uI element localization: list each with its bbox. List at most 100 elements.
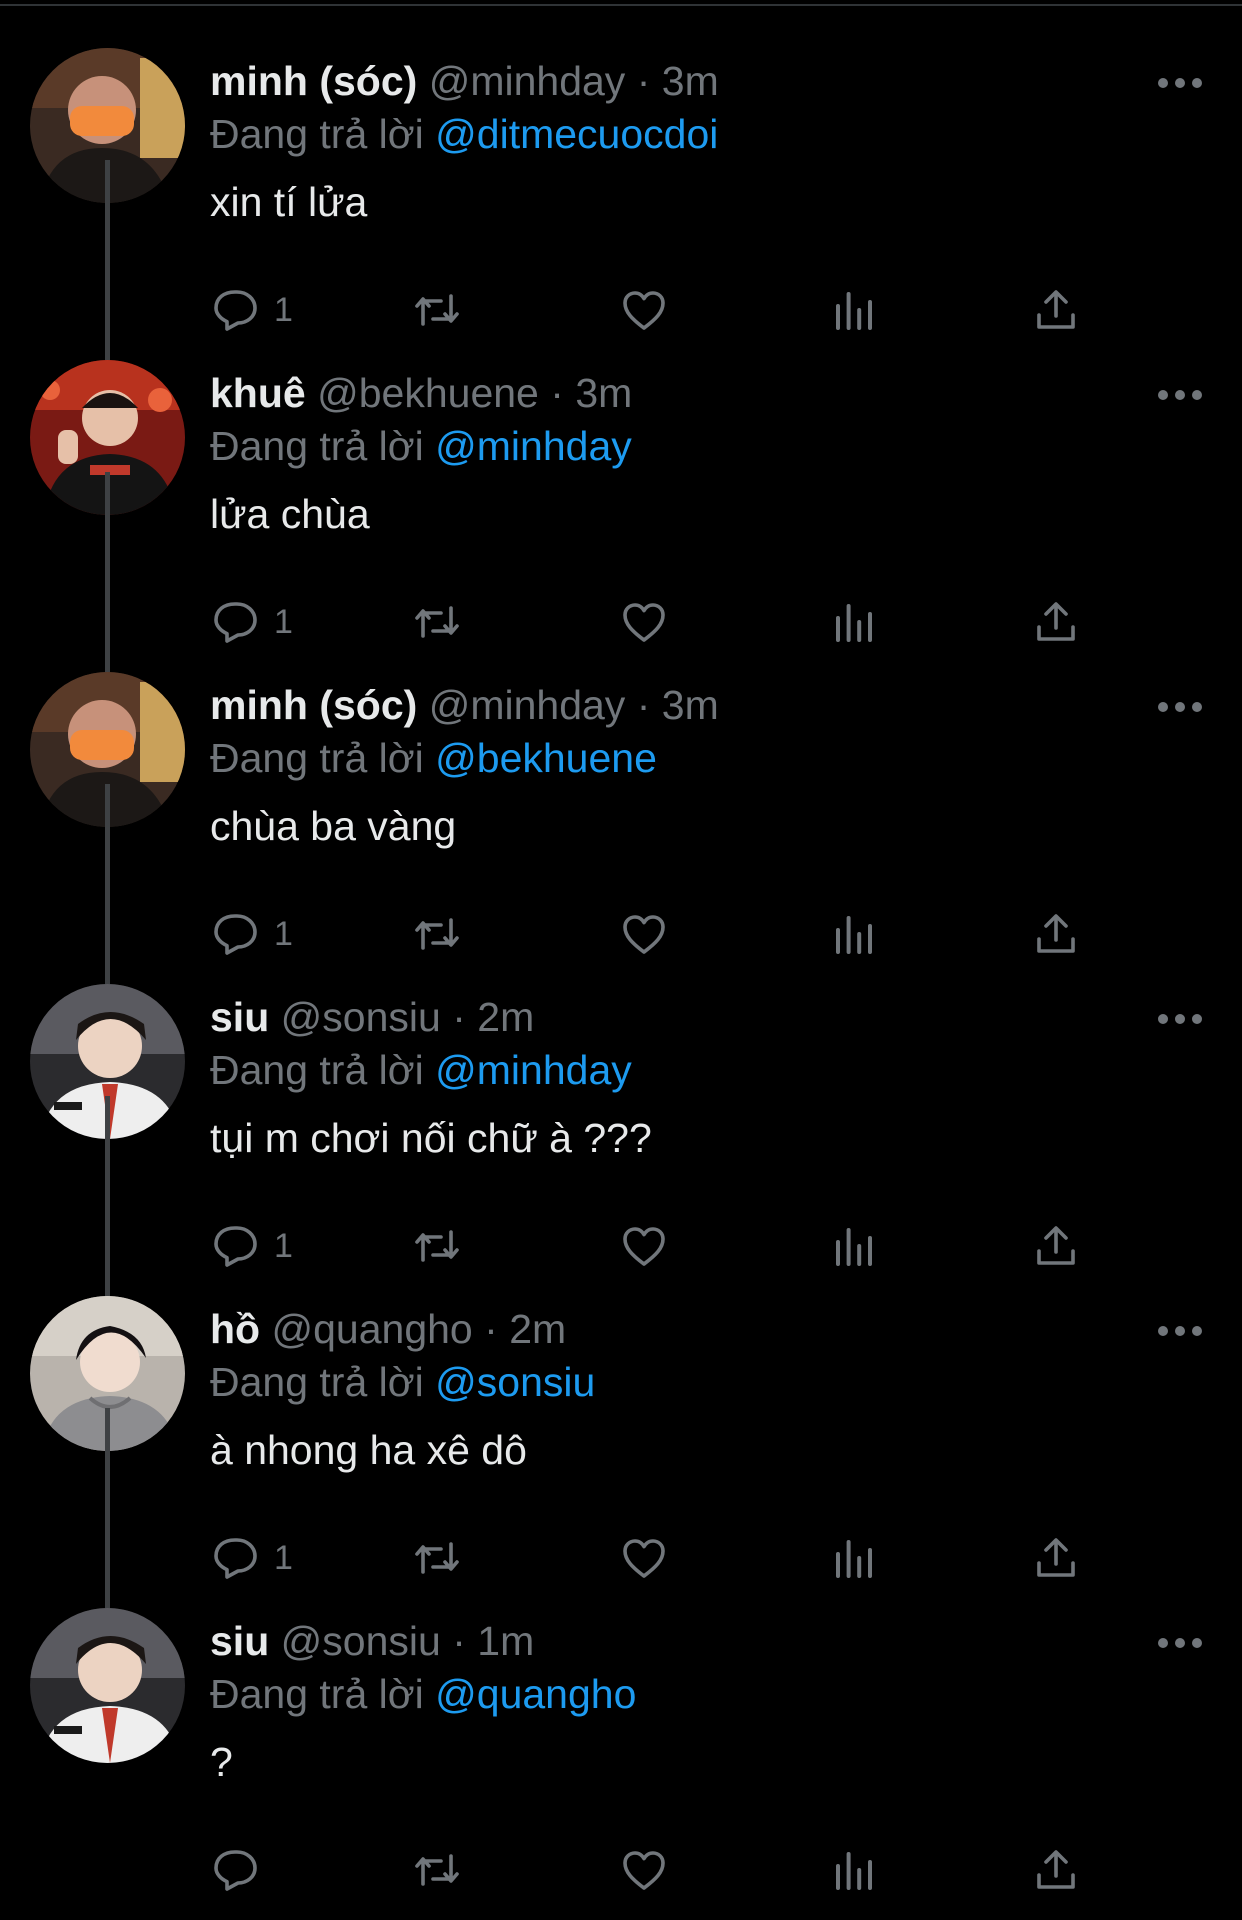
reply-mention-link[interactable]: @sonsiu: [435, 1359, 595, 1405]
more-options-icon[interactable]: [1155, 380, 1205, 410]
timestamp[interactable]: 3m: [662, 682, 719, 728]
like-button[interactable]: [620, 904, 668, 964]
more-options-icon[interactable]: [1155, 1004, 1205, 1034]
reply-mention-link[interactable]: @bekhuene: [435, 735, 657, 781]
tweet-text: chùa ba vàng: [210, 803, 457, 849]
white-jacket-avatar-icon: [30, 1608, 185, 1763]
reply-button[interactable]: [212, 1840, 274, 1900]
analytics-icon: [836, 916, 872, 954]
tweet-actions: 1: [210, 592, 1110, 652]
analytics-button[interactable]: [830, 1216, 878, 1276]
replying-to: Đang trả lời @minhday: [210, 420, 632, 472]
like-button[interactable]: [620, 1528, 668, 1588]
like-button[interactable]: [620, 592, 668, 652]
retweet-button[interactable]: [413, 904, 461, 964]
like-button[interactable]: [620, 280, 668, 340]
share-button[interactable]: [1032, 904, 1080, 964]
like-button[interactable]: [620, 1840, 668, 1900]
like-button[interactable]: [620, 1216, 668, 1276]
timestamp[interactable]: 3m: [662, 58, 719, 104]
tweet-header: minh (sóc) @minhday · 3m: [210, 680, 719, 730]
reply-button[interactable]: 1: [212, 592, 293, 652]
more-options-icon[interactable]: [1155, 68, 1205, 98]
tweet-item[interactable]: siu @sonsiu · 2m Đang trả lời @minhday t…: [0, 784, 1242, 1296]
analytics-icon: [836, 604, 872, 642]
analytics-button[interactable]: [830, 904, 878, 964]
heart-icon: [623, 1539, 665, 1578]
timestamp[interactable]: 2m: [477, 994, 534, 1040]
tweet-text: lửa chùa: [210, 491, 370, 537]
user-handle[interactable]: @minhday: [429, 682, 626, 728]
tweet-text: xin tí lửa: [210, 179, 368, 225]
avatar[interactable]: [30, 1608, 185, 1763]
more-options-icon[interactable]: [1155, 692, 1205, 722]
retweet-button[interactable]: [413, 1528, 461, 1588]
reply-icon: [214, 1538, 257, 1579]
tweet-header: siu @sonsiu · 2m: [210, 992, 534, 1042]
replying-to-label: Đang trả lời: [210, 1359, 424, 1405]
retweet-button[interactable]: [413, 1216, 461, 1276]
tweet-item[interactable]: minh (sóc) @minhday · 3m Đang trả lời @d…: [0, 48, 1242, 360]
timestamp[interactable]: 3m: [575, 370, 632, 416]
heart-icon: [623, 291, 665, 330]
retweet-button[interactable]: [413, 280, 461, 340]
display-name[interactable]: siu: [210, 1618, 269, 1664]
display-name[interactable]: hồ: [210, 1306, 260, 1352]
reply-mention-link[interactable]: @ditmecuocdoi: [435, 111, 718, 157]
share-icon: [1037, 602, 1075, 641]
timestamp[interactable]: 2m: [509, 1306, 566, 1352]
display-name[interactable]: khuê: [210, 370, 306, 416]
user-handle[interactable]: @bekhuene: [317, 370, 539, 416]
replying-to: Đang trả lời @bekhuene: [210, 732, 657, 784]
share-button[interactable]: [1032, 1528, 1080, 1588]
reply-count: 1: [274, 1227, 293, 1265]
separator-dot: ·: [636, 58, 651, 104]
reply-button[interactable]: 1: [212, 280, 293, 340]
replying-to: Đang trả lời @ditmecuocdoi: [210, 108, 718, 160]
reply-mention-link[interactable]: @minhday: [435, 423, 632, 469]
share-button[interactable]: [1032, 1840, 1080, 1900]
reply-button[interactable]: 1: [212, 904, 293, 964]
analytics-button[interactable]: [830, 592, 878, 652]
share-icon: [1037, 1538, 1075, 1577]
more-options-icon[interactable]: [1155, 1628, 1205, 1658]
share-icon: [1037, 1850, 1075, 1889]
reply-thread: minh (sóc) @minhday · 3m Đang trả lời @d…: [0, 0, 1242, 1893]
user-handle[interactable]: @sonsiu: [281, 994, 441, 1040]
tweet-item[interactable]: siu @sonsiu · 1m Đang trả lời @quangho ?: [0, 1408, 1242, 1920]
timestamp[interactable]: 1m: [477, 1618, 534, 1664]
tweet-actions: 1: [210, 1528, 1110, 1588]
analytics-button[interactable]: [830, 1840, 878, 1900]
tweet-header: minh (sóc) @minhday · 3m: [210, 56, 719, 106]
reply-button[interactable]: 1: [212, 1216, 293, 1276]
retweet-button[interactable]: [413, 592, 461, 652]
reply-button[interactable]: 1: [212, 1528, 293, 1588]
display-name[interactable]: siu: [210, 994, 269, 1040]
display-name[interactable]: minh (sóc): [210, 682, 417, 728]
retweet-icon: [415, 294, 459, 326]
user-handle[interactable]: @sonsiu: [281, 1618, 441, 1664]
more-options-icon[interactable]: [1155, 1316, 1205, 1346]
display-name[interactable]: minh (sóc): [210, 58, 417, 104]
tweet-item[interactable]: minh (sóc) @minhday · 3m Đang trả lời @b…: [0, 472, 1242, 984]
tweet-item[interactable]: khuê @bekhuene · 3m Đang trả lời @minhda…: [0, 160, 1242, 672]
user-handle[interactable]: @minhday: [429, 58, 626, 104]
tweet-actions: 1: [210, 280, 1110, 340]
user-handle[interactable]: @quangho: [272, 1306, 473, 1352]
tweet-header: hồ @quangho · 2m: [210, 1304, 566, 1354]
separator-dot: ·: [452, 994, 466, 1040]
analytics-icon: [836, 1852, 872, 1890]
tweet-item[interactable]: hồ @quangho · 2m Đang trả lời @sonsiu à …: [0, 1096, 1242, 1608]
analytics-button[interactable]: [830, 1528, 878, 1588]
replying-to-label: Đang trả lời: [210, 423, 424, 469]
retweet-button[interactable]: [413, 1840, 461, 1900]
share-button[interactable]: [1032, 592, 1080, 652]
share-button[interactable]: [1032, 280, 1080, 340]
reply-count: 1: [274, 603, 293, 641]
share-button[interactable]: [1032, 1216, 1080, 1276]
reply-mention-link[interactable]: @minhday: [435, 1047, 632, 1093]
reply-mention-link[interactable]: @quangho: [435, 1671, 636, 1717]
analytics-button[interactable]: [830, 280, 878, 340]
reply-icon: [214, 290, 257, 331]
tweet-text: ?: [210, 1739, 233, 1785]
